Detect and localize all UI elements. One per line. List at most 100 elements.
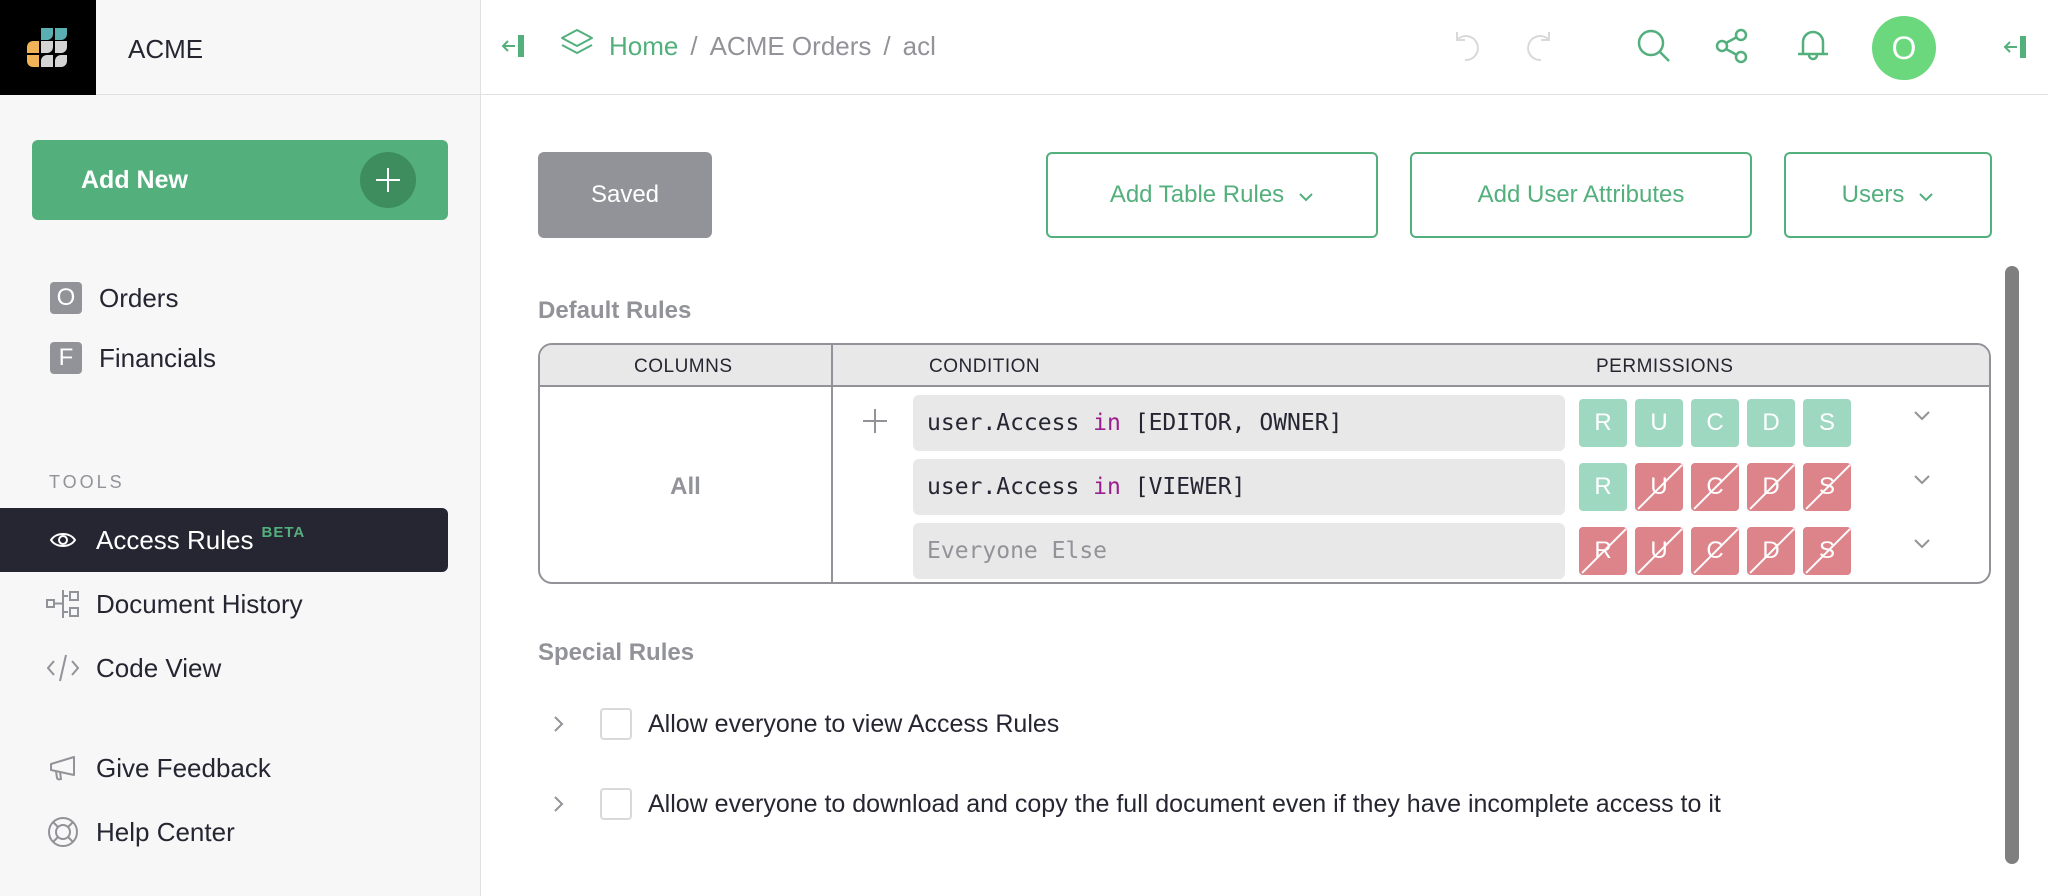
page-label: Financials <box>99 342 217 373</box>
add-table-rules-button[interactable]: Add Table Rules <box>1046 152 1378 238</box>
breadcrumb-separator: / <box>690 31 698 61</box>
table-header: COLUMNS CONDITION PERMISSIONS <box>540 345 1989 387</box>
breadcrumb-home[interactable]: Home <box>609 31 678 62</box>
chevron-down-icon[interactable] <box>1912 473 1932 492</box>
columns-value[interactable]: All <box>540 389 831 582</box>
breadcrumb-document[interactable]: ACME Orders <box>710 31 872 62</box>
tools-header: TOOLS <box>49 472 125 492</box>
chevron-down-icon[interactable] <box>1912 537 1932 556</box>
sidebar-page-financials[interactable]: F Financials <box>50 342 216 374</box>
rule-row: Everyone Else RUCDS <box>833 523 1989 579</box>
permission-s-allow[interactable]: S <box>1803 399 1851 447</box>
tool-label: Give Feedback <box>96 752 271 783</box>
sidebar-item-help-center[interactable]: Help Center <box>0 800 448 864</box>
rule-row: user.Access in [EDITOR, OWNER] RUCDS <box>833 395 1989 451</box>
page-badge: O <box>50 282 82 314</box>
main-content: Saved Add Table Rules Add User Attribute… <box>481 96 2048 896</box>
home-layers-icon[interactable] <box>559 28 595 65</box>
permission-u-deny[interactable]: U <box>1635 463 1683 511</box>
breadcrumb-separator: / <box>883 31 891 61</box>
add-user-attributes-button[interactable]: Add User Attributes <box>1410 152 1752 238</box>
condition-input-everyone-else[interactable]: Everyone Else <box>913 523 1565 579</box>
permission-group: RUCDS <box>1579 399 1859 447</box>
share-icon[interactable] <box>1714 28 1750 69</box>
tool-label: Help Center <box>96 816 235 847</box>
add-rule-icon[interactable] <box>861 407 889 440</box>
chevron-down-icon <box>1918 181 1934 209</box>
checkbox[interactable] <box>600 708 632 740</box>
document-history-icon <box>46 587 80 621</box>
permission-r-allow[interactable]: R <box>1579 399 1627 447</box>
chevron-down-icon <box>1298 181 1314 209</box>
sidebar-item-access-rules[interactable]: Access Rules BETA <box>0 508 448 572</box>
permission-d-allow[interactable]: D <box>1747 399 1795 447</box>
chevron-right-icon[interactable] <box>552 794 564 819</box>
special-rule-label: Allow everyone to download and copy the … <box>648 790 1721 818</box>
tool-label: Code View <box>96 652 222 683</box>
special-rule-label: Allow everyone to view Access Rules <box>648 710 1060 738</box>
saved-button[interactable]: Saved <box>538 152 712 238</box>
permission-r-deny[interactable]: R <box>1579 527 1627 575</box>
user-avatar[interactable]: O <box>1872 16 1936 80</box>
checkbox[interactable] <box>600 788 632 820</box>
megaphone-icon <box>46 751 80 785</box>
chevron-right-icon[interactable] <box>552 714 564 739</box>
default-rules-table: COLUMNS CONDITION PERMISSIONS All user.A… <box>538 343 1991 584</box>
permission-r-allow[interactable]: R <box>1579 463 1627 511</box>
add-new-button[interactable]: Add New <box>32 140 448 220</box>
collapse-right-panel-icon[interactable] <box>2003 34 2029 65</box>
permission-c-deny[interactable]: C <box>1691 463 1739 511</box>
lifebuoy-icon <box>46 815 80 849</box>
header-columns: COLUMNS <box>634 356 733 377</box>
special-rules-title: Special Rules <box>538 639 695 666</box>
page-badge: F <box>50 342 82 374</box>
undo-icon[interactable] <box>1453 28 1487 69</box>
permission-s-deny[interactable]: S <box>1803 527 1851 575</box>
permission-u-deny[interactable]: U <box>1635 527 1683 575</box>
eye-icon <box>46 523 80 557</box>
add-new-label: Add New <box>81 166 188 194</box>
rule-row: user.Access in [VIEWER] RUCDS <box>833 459 1989 515</box>
permission-group: RUCDS <box>1579 463 1859 511</box>
permission-c-allow[interactable]: C <box>1691 399 1739 447</box>
permission-d-deny[interactable]: D <box>1747 527 1795 575</box>
code-icon <box>46 651 80 685</box>
permission-c-deny[interactable]: C <box>1691 527 1739 575</box>
divider <box>96 94 481 95</box>
permission-u-allow[interactable]: U <box>1635 399 1683 447</box>
add-table-rules-label: Add Table Rules <box>1109 181 1285 208</box>
left-panel: ACME Add New O Orders F Financials TOOLS… <box>0 0 481 896</box>
sidebar-item-document-history[interactable]: Document History <box>0 572 448 636</box>
sidebar-item-code-view[interactable]: Code View <box>0 636 448 700</box>
scrollbar[interactable] <box>2005 266 2019 864</box>
bell-icon[interactable] <box>1797 28 1829 69</box>
permission-d-deny[interactable]: D <box>1747 463 1795 511</box>
tool-label: Document History <box>96 588 303 619</box>
page-label: Orders <box>99 282 179 313</box>
permission-group: RUCDS <box>1579 527 1859 575</box>
users-button[interactable]: Users <box>1784 152 1992 238</box>
plus-icon <box>360 152 416 208</box>
permission-s-deny[interactable]: S <box>1803 463 1851 511</box>
condition-input[interactable]: user.Access in [VIEWER] <box>913 459 1565 515</box>
tool-label: Access Rules BETA <box>96 523 306 555</box>
logo[interactable] <box>0 0 96 95</box>
sidebar-item-give-feedback[interactable]: Give Feedback <box>0 736 448 800</box>
redo-icon[interactable] <box>1519 28 1553 69</box>
header-condition: CONDITION <box>929 356 1041 377</box>
app: ACME Add New O Orders F Financials TOOLS… <box>0 0 2048 896</box>
breadcrumb: Home / ACME Orders / acl <box>559 28 936 65</box>
org-name[interactable]: ACME <box>128 34 203 65</box>
sidebar-page-orders[interactable]: O Orders <box>50 282 178 314</box>
top-bar: Home / ACME Orders / acl O <box>481 0 2048 95</box>
condition-input[interactable]: user.Access in [EDITOR, OWNER] <box>913 395 1565 451</box>
chevron-down-icon[interactable] <box>1912 409 1932 428</box>
beta-badge: BETA <box>261 523 306 541</box>
search-icon[interactable] <box>1636 28 1672 69</box>
users-label: Users <box>1841 181 1905 208</box>
breadcrumb-page: acl <box>902 31 936 61</box>
collapse-left-panel-icon[interactable] <box>501 33 527 64</box>
app-logo-icon <box>27 28 67 67</box>
header-permissions: PERMISSIONS <box>1596 356 1734 377</box>
default-rules-title: Default Rules <box>538 297 692 324</box>
